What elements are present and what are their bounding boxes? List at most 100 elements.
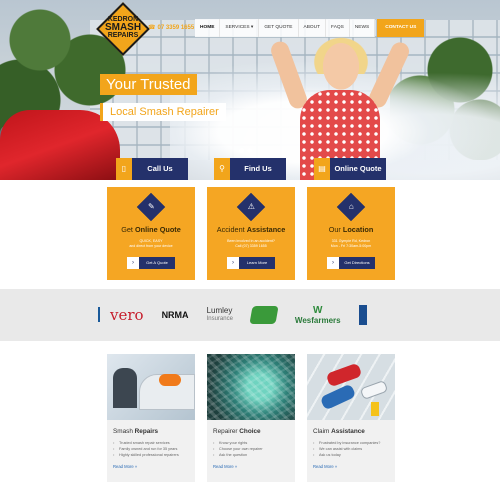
read-more-link[interactable]: Read More »: [107, 458, 195, 469]
nrma-logo[interactable]: NRMA: [162, 310, 189, 320]
info-title-bold: Repairs: [134, 428, 159, 435]
info-title-bold: Choice: [239, 428, 261, 435]
nav-about[interactable]: ABOUT: [298, 19, 327, 37]
info-list: Trusted smash repair services Family own…: [107, 440, 195, 458]
card-online-quote: ✎ Get Online Quote QUICK, EASY and direc…: [107, 187, 195, 280]
phone-icon: ☎: [148, 25, 156, 31]
arrow-right-icon: ›: [127, 257, 139, 269]
broken-glass-photo: [207, 354, 295, 420]
wesfarmers-text: Wesfarmers: [294, 316, 341, 325]
slider-dots: [239, 148, 252, 153]
lumley-logo[interactable]: Lumley Insurance: [207, 307, 233, 323]
get-a-quote-label: Get A Quote: [139, 257, 175, 269]
partner-logos: vero NRMA Lumley Insurance W Wesfarmers: [98, 300, 367, 330]
online-quote-label: Online Quote: [330, 158, 386, 180]
vero-logo[interactable]: vero: [98, 306, 144, 324]
find-us-button[interactable]: ⚲ Find Us: [214, 158, 286, 180]
lumley-text: Lumley: [206, 306, 233, 315]
phone-number: 07 3359 1655: [157, 25, 195, 31]
card-title-bold: Assistance: [246, 225, 286, 234]
card-title-pre: Accident: [216, 225, 247, 234]
arrow-right-icon: ›: [227, 257, 239, 269]
card-text: Been involved in an accident? Call (07) …: [227, 239, 275, 248]
learn-more-button[interactable]: › Learn More: [227, 257, 275, 269]
info-title-pre: Smash: [113, 428, 135, 435]
nav-services-label: SERVICES: [225, 25, 250, 30]
get-a-quote-button[interactable]: › Get A Quote: [127, 257, 175, 269]
info-list: Know your rights Choose your own repaire…: [207, 440, 295, 458]
read-more-link[interactable]: Read More »: [307, 458, 395, 469]
card-title-pre: Our: [328, 225, 343, 234]
woman-face: [318, 42, 364, 96]
insurance-text: Insurance: [206, 316, 233, 322]
call-us-button[interactable]: ▯ Call Us: [116, 158, 188, 180]
list-item: Highly skilled professional repairers: [113, 452, 189, 458]
quote-icon: ✎: [136, 192, 166, 222]
find-us-label: Find Us: [230, 158, 286, 180]
info-cards: Smash Repairs Trusted smash repair servi…: [107, 354, 395, 482]
info-card-claim-assistance: Claim Assistance Frustrated by insurance…: [307, 354, 395, 482]
slider-dot-1[interactable]: [239, 148, 244, 153]
info-list: Frustrated by insurance companies? We ca…: [307, 440, 395, 458]
accident-icon: ⚠: [236, 192, 266, 222]
card-title-bold: Location: [342, 225, 374, 234]
card-title: Accident Assistance: [207, 225, 295, 234]
wesfarmers-w-icon: W: [313, 305, 323, 316]
nav-home[interactable]: HOME: [195, 19, 221, 37]
location-icon: ⌂: [336, 192, 366, 222]
call-us-label: Call Us: [132, 158, 188, 180]
slider-dot-2[interactable]: [247, 148, 252, 153]
main-nav: HOME SERVICES ▾ GET QUOTE ABOUT FAQS NEW…: [195, 19, 425, 37]
card-title-bold: Online Quote: [134, 225, 181, 234]
yellow-sign: [371, 402, 379, 416]
document-icon: ▤: [314, 158, 330, 180]
nav-news[interactable]: NEWS: [349, 19, 376, 37]
vero-text: vero: [110, 306, 144, 324]
online-quote-button[interactable]: ▤ Online Quote: [314, 158, 386, 180]
nav-services[interactable]: SERVICES ▾: [220, 19, 260, 37]
info-card-title: Claim Assistance: [307, 420, 395, 440]
info-card-title: Repairer Choice: [207, 420, 295, 440]
read-more-link[interactable]: Read More »: [207, 458, 295, 469]
card-accident-assistance: ⚠ Accident Assistance Been involved in a…: [207, 187, 295, 280]
info-title-bold: Assistance: [331, 428, 365, 435]
orange-glove: [159, 374, 181, 386]
contact-us-button[interactable]: CONTACT US: [377, 19, 425, 37]
card-text: 331 Gympie Rd, Kedron Mon - Fri 7:30am-5…: [330, 239, 372, 248]
wesfarmers-logo[interactable]: W Wesfarmers: [295, 305, 341, 325]
hero-title: Your Trusted: [100, 74, 197, 95]
repair-photo: [107, 354, 195, 420]
info-card-smash-repairs: Smash Repairs Trusted smash repair servi…: [107, 354, 195, 482]
card-title: Get Online Quote: [107, 225, 195, 234]
info-card-repairer-choice: Repairer Choice Know your rights Choose …: [207, 354, 295, 482]
learn-more-label: Learn More: [239, 257, 275, 269]
logo-line2: SMASH: [104, 22, 142, 33]
glass-shards: [207, 354, 295, 420]
map-pin-icon: ⚲: [214, 158, 230, 180]
card-title-pre: Get: [121, 225, 135, 234]
hero-subtitle: Local Smash Repairer: [100, 103, 226, 121]
partial-blue-logo[interactable]: [358, 305, 367, 325]
nav-faqs[interactable]: FAQS: [326, 19, 350, 37]
header-phone[interactable]: ☎ 07 3359 1655: [148, 24, 194, 31]
divider-bar: [98, 307, 100, 322]
card-text: QUICK, EASY and direct from your device: [129, 239, 173, 248]
get-directions-button[interactable]: › Get Directions: [327, 257, 375, 269]
list-item: Ask the question: [213, 452, 289, 458]
info-title-pre: Repairer: [213, 428, 240, 435]
info-title-pre: Claim: [313, 428, 332, 435]
info-card-title: Smash Repairs: [107, 420, 195, 440]
green-flag-logo[interactable]: [249, 306, 279, 324]
arrow-right-icon: ›: [327, 257, 339, 269]
card-our-location: ⌂ Our Location 331 Gympie Rd, Kedron Mon…: [307, 187, 395, 280]
nav-get-quote[interactable]: GET QUOTE: [259, 19, 299, 37]
list-item: Ask us today: [313, 452, 389, 458]
logo-line3: REPAIRS: [107, 32, 139, 39]
card-title: Our Location: [307, 225, 395, 234]
repairer-figure: [113, 368, 137, 408]
toy-cars-photo: [307, 354, 395, 420]
get-directions-label: Get Directions: [339, 257, 375, 269]
phone-icon: ▯: [116, 158, 132, 180]
logo-text[interactable]: KEDRON SMASH REPAIRS: [100, 16, 146, 40]
service-cards: ✎ Get Online Quote QUICK, EASY and direc…: [107, 187, 395, 280]
